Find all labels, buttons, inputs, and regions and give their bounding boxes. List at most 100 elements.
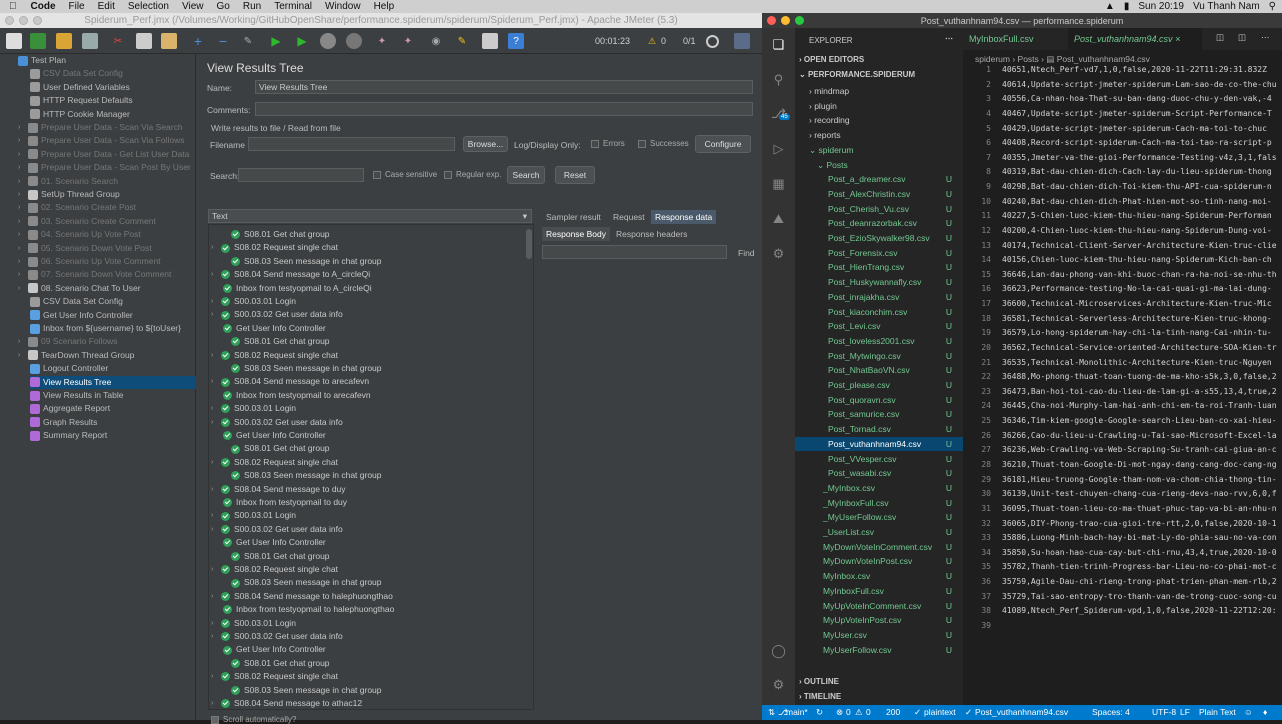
sample-result-row[interactable]: › S08.02 Request single chat bbox=[209, 349, 338, 362]
file-item[interactable]: Post_kiaconchim.csv U bbox=[795, 305, 963, 320]
file-item[interactable]: MyInboxFull.csv U bbox=[795, 584, 963, 599]
code-line[interactable]: 40319,Bat-dau-chien-dich-Cach-lay-du-lie… bbox=[1002, 166, 1272, 178]
code-line[interactable]: 36600,Technical-Microservices-Architectu… bbox=[1002, 298, 1272, 310]
comments-field[interactable] bbox=[255, 102, 753, 116]
language-mode-indicator[interactable]: plaintext bbox=[924, 707, 956, 717]
warnings-count[interactable]: 0 bbox=[866, 707, 871, 717]
folder-plugin[interactable]: › plugin bbox=[795, 99, 963, 114]
sample-result-row[interactable]: › S08.02 Request single chat bbox=[209, 563, 338, 576]
chevron-right-icon[interactable]: › bbox=[211, 630, 221, 643]
tree-node[interactable]: › Prepare User Data - Scan Via Search bbox=[18, 121, 196, 134]
code-line[interactable]: 36535,Technical-Monolithic-Architecture-… bbox=[1002, 357, 1272, 369]
panel-section-header[interactable]: › TIMELINE bbox=[799, 691, 963, 701]
settings-gear-icon[interactable]: ⚙ bbox=[770, 676, 787, 693]
menu-edit[interactable]: Edit bbox=[98, 1, 115, 12]
chevron-right-icon[interactable]: › bbox=[211, 509, 221, 522]
regular-exp-checkbox[interactable]: Regular exp. bbox=[444, 170, 501, 179]
chevron-right-icon[interactable]: › bbox=[18, 242, 28, 255]
chevron-right-icon[interactable]: › bbox=[18, 134, 28, 147]
tab-request[interactable]: Request bbox=[609, 210, 649, 224]
tree-node[interactable]: Summary Report bbox=[30, 429, 196, 442]
sample-result-row[interactable]: Get User Info Controller bbox=[223, 643, 326, 656]
start-icon[interactable]: ▶ bbox=[268, 33, 284, 49]
sample-result-row[interactable]: › S00.03.01 Login bbox=[209, 509, 296, 522]
account-icon[interactable]: ◯ bbox=[770, 642, 787, 659]
stop-icon[interactable] bbox=[320, 33, 336, 49]
remote-icon[interactable] bbox=[706, 35, 719, 48]
menu-help[interactable]: Help bbox=[374, 1, 395, 12]
warning-icon[interactable]: ⚠ bbox=[648, 36, 656, 47]
chevron-right-icon[interactable]: › bbox=[18, 175, 28, 188]
sample-result-row[interactable]: Get User Info Controller bbox=[223, 429, 326, 442]
sample-result-row[interactable]: › S08.04 Send message to A_circleQi bbox=[209, 268, 370, 281]
indentation[interactable]: Spaces: 4 bbox=[1092, 707, 1130, 717]
code-line[interactable]: 40651,Ntech_Perf-vd7,1,0,false,2020-11-2… bbox=[1002, 64, 1267, 76]
chevron-right-icon[interactable]: › bbox=[211, 697, 221, 709]
split-editor-icon[interactable]: ◫ bbox=[1216, 32, 1224, 43]
language-mode[interactable]: Plain Text bbox=[1199, 707, 1236, 717]
file-item[interactable]: Post_Mytwingo.csv U bbox=[795, 349, 963, 364]
menu-terminal[interactable]: Terminal bbox=[274, 1, 312, 12]
tree-node[interactable]: CSV Data Set Config bbox=[30, 67, 196, 80]
reset-search-icon[interactable]: ✎ bbox=[454, 33, 470, 49]
sample-result-row[interactable]: S08.01 Get chat group bbox=[221, 335, 330, 348]
folder-recording[interactable]: › recording bbox=[795, 113, 963, 128]
sample-result-row[interactable]: › S00.03.02 Get user data info bbox=[209, 308, 343, 321]
file-item[interactable]: _MyInboxFull.csv U bbox=[795, 496, 963, 511]
chevron-right-icon[interactable]: › bbox=[18, 282, 28, 295]
file-item[interactable]: Post_quoravn.csv U bbox=[795, 393, 963, 408]
user-name[interactable]: Vu Thanh Nam bbox=[1193, 1, 1260, 12]
start-no-pause-icon[interactable]: ▶ bbox=[294, 33, 310, 49]
code-line[interactable]: 36579,Lo-hong-spiderum-hay-chi-la-tinh-n… bbox=[1002, 327, 1272, 339]
tab-response-data[interactable]: Response data bbox=[651, 210, 717, 224]
file-item[interactable]: Post_a_dreamer.csv U bbox=[795, 172, 963, 187]
scrollbar-thumb[interactable] bbox=[526, 229, 532, 259]
chevron-right-icon[interactable]: › bbox=[211, 483, 221, 496]
code-line[interactable]: 36181,Hieu-truong-Google-tham-nom-va-cho… bbox=[1002, 474, 1277, 486]
find-input[interactable] bbox=[542, 245, 727, 259]
chevron-right-icon[interactable]: › bbox=[18, 215, 28, 228]
close-icon[interactable]: × bbox=[1175, 34, 1180, 44]
extensions-icon[interactable]: ▦ bbox=[770, 175, 787, 192]
status-file[interactable]: Post_vuthanhnam94.csv bbox=[975, 707, 1068, 717]
sample-result-row[interactable]: › S00.03.02 Get user data info bbox=[209, 630, 343, 643]
tree-node[interactable]: › TearDown Thread Group bbox=[18, 349, 196, 362]
open-editors-header[interactable]: › OPEN EDITORS bbox=[799, 55, 864, 64]
breadcrumb-item[interactable]: spiderum bbox=[975, 54, 1010, 64]
case-sensitive-checkbox[interactable]: Case sensitive bbox=[373, 170, 437, 179]
code-line[interactable]: 35782,Thanh-tien-trinh-Progress-bar-Lieu… bbox=[1002, 561, 1277, 573]
configure-button[interactable]: Configure bbox=[695, 135, 751, 153]
clock[interactable]: Sun 20:19 bbox=[1138, 1, 1184, 12]
tree-node[interactable]: HTTP Request Defaults bbox=[30, 94, 196, 107]
save-icon[interactable] bbox=[82, 33, 98, 49]
sample-result-row[interactable]: S08.03 Seen message in chat group bbox=[221, 362, 382, 375]
code-line[interactable]: 36095,Thuat-toan-lieu-co-ma-thuat-phuc-t… bbox=[1002, 503, 1277, 515]
sample-result-row[interactable]: › S08.04 Send message to athac12 bbox=[209, 697, 362, 709]
sample-result-row[interactable]: Get User Info Controller bbox=[223, 536, 326, 549]
explorer-icon[interactable]: ❏ bbox=[770, 36, 787, 53]
tab-response-body[interactable]: Response Body bbox=[542, 227, 611, 241]
chevron-right-icon[interactable]: › bbox=[211, 563, 221, 576]
code-line[interactable]: 36346,Tim-kiem-google-Google-search-Lieu… bbox=[1002, 415, 1277, 427]
clear-icon[interactable]: ✦ bbox=[374, 33, 390, 49]
chevron-right-icon[interactable]: › bbox=[18, 188, 28, 201]
chevron-right-icon[interactable]: › bbox=[18, 228, 28, 241]
filename-field[interactable] bbox=[248, 137, 455, 151]
chevron-right-icon[interactable]: › bbox=[211, 617, 221, 630]
sample-result-row[interactable]: S08.03 Seen message in chat group bbox=[221, 684, 382, 697]
menu-view[interactable]: View bbox=[182, 1, 204, 12]
help-icon[interactable]: ? bbox=[508, 33, 524, 49]
tree-node[interactable]: › Prepare User Data - Scan Via Follows bbox=[18, 134, 196, 147]
chevron-right-icon[interactable]: › bbox=[211, 670, 221, 683]
notifications-icon[interactable]: ♦ bbox=[1263, 707, 1267, 717]
minimize-button[interactable] bbox=[19, 16, 28, 25]
chevron-right-icon[interactable]: › bbox=[211, 349, 221, 362]
chevron-right-icon[interactable]: › bbox=[211, 523, 221, 536]
code-line[interactable]: 40355,Jmeter-va-the-gioi-Performance-Tes… bbox=[1002, 152, 1277, 164]
file-item[interactable]: _UserList.csv U bbox=[795, 525, 963, 540]
tree-node[interactable]: › 03. Scenario Create Comment bbox=[18, 215, 196, 228]
code-line[interactable]: 36646,Lan-dau-phong-van-khi-buoc-chan-ra… bbox=[1002, 269, 1277, 281]
chevron-right-icon[interactable]: › bbox=[18, 201, 28, 214]
search-input[interactable] bbox=[238, 168, 364, 182]
chevron-right-icon[interactable]: › bbox=[18, 255, 28, 268]
